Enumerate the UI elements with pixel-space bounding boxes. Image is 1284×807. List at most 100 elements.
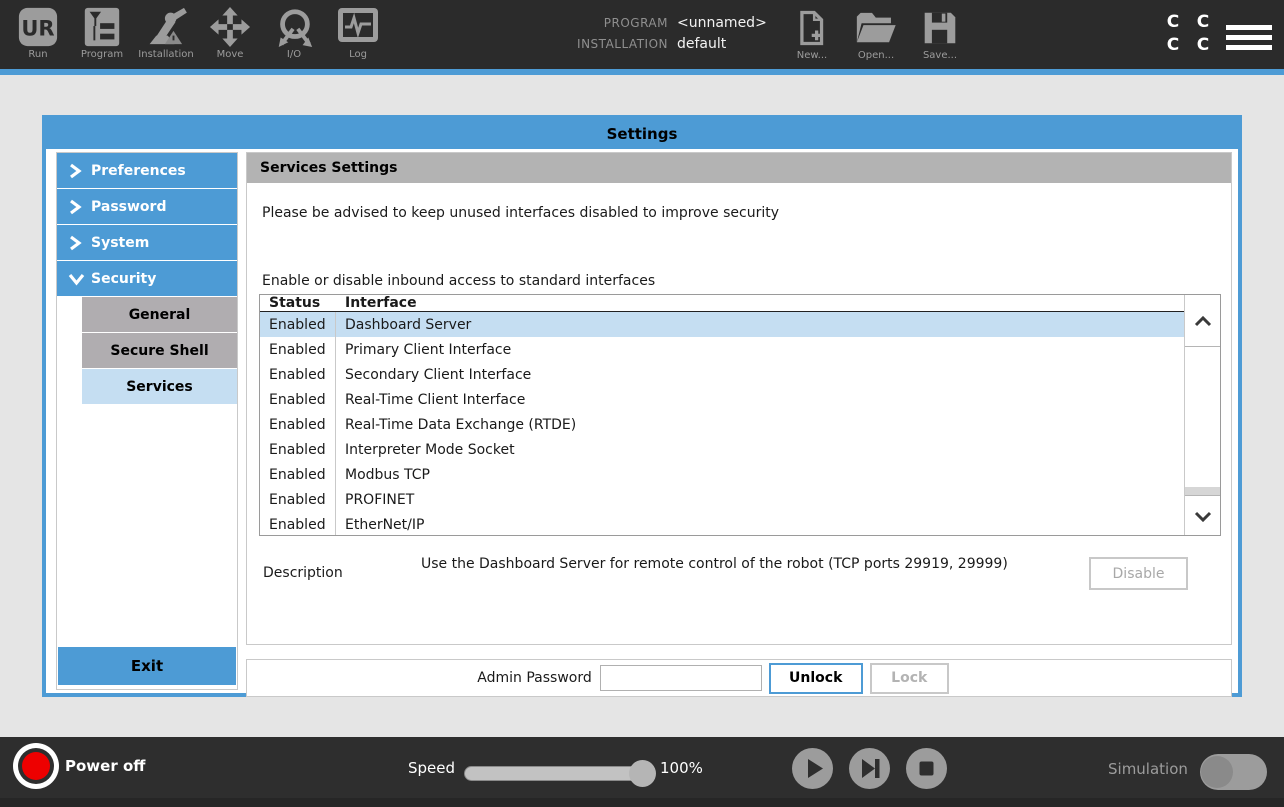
play-button[interactable] [792,748,833,789]
column-header-interface: Interface [336,295,417,311]
simulation-label: Simulation [1108,760,1188,778]
sidebar-subitem-secure-shell[interactable]: Secure Shell [82,333,237,368]
interface-name: PROFINET [336,492,414,508]
save-button[interactable]: Save... [908,10,972,66]
services-settings-panel: Services Settings Please be advised to k… [246,152,1232,645]
tab-installation[interactable]: Installation [134,3,198,67]
interface-table-main: Status Interface EnabledDashboard Server… [260,295,1184,535]
table-row[interactable]: EnabledEtherNet/IP [260,512,1184,535]
speed-slider[interactable] [464,766,654,781]
table-row[interactable]: EnabledDashboard Server [260,312,1184,337]
svg-text:UR: UR [21,17,54,41]
table-row[interactable]: EnabledReal-Time Client Interface [260,387,1184,412]
panel-header: Services Settings [247,153,1231,183]
chevron-down-icon [1193,510,1213,522]
chevron-right-icon [68,235,88,251]
interface-status: Enabled [260,312,336,337]
interface-table-body: EnabledDashboard ServerEnabledPrimary Cl… [260,312,1184,535]
tab-io-label: I/O [287,49,301,60]
power-icon [18,748,54,784]
ur-logo-icon: UR [17,6,59,48]
table-row[interactable]: EnabledReal-Time Data Exchange (RTDE) [260,412,1184,437]
table-header-row: Status Interface [260,295,1184,312]
chevron-down-icon [68,272,88,286]
robot-arm-icon [142,6,190,48]
interface-name: Real-Time Data Exchange (RTDE) [336,417,576,433]
speed-slider-knob[interactable] [629,760,656,787]
unlock-button[interactable]: Unlock [769,663,863,694]
save-button-label: Save... [923,50,957,61]
hamburger-menu-icon[interactable] [1226,20,1272,55]
move-arrows-icon [209,6,251,48]
account-letter: C [1197,35,1209,55]
tab-log-label: Log [349,49,367,60]
sidebar-item-password[interactable]: Password [57,189,237,224]
chevron-up-icon [1193,315,1213,327]
top-navigation-bar: UR Run Program [0,0,1284,69]
account-letter: C [1167,35,1179,55]
scrollbar-track[interactable] [1185,347,1220,495]
open-folder-icon [854,10,898,46]
sidebar-subitem-general[interactable]: General [82,297,237,332]
play-icon [792,748,833,789]
table-row[interactable]: EnabledPROFINET [260,487,1184,512]
sidebar-subitem-services[interactable]: Services [82,369,237,404]
admin-password-label: Admin Password [477,670,591,686]
tab-log[interactable]: Log [326,3,390,67]
description-label: Description [263,565,343,581]
interface-status: Enabled [260,387,336,412]
tab-io[interactable]: I/O [262,3,326,67]
file-actions: New... Open... Save... [780,10,972,66]
simulation-toggle[interactable] [1200,754,1267,790]
program-info: PROGRAM <unnamed> INSTALLATION default [560,15,767,57]
admin-password-input[interactable] [600,665,762,691]
interface-name: Dashboard Server [336,317,471,333]
log-monitor-icon [336,6,380,48]
table-row[interactable]: EnabledInterpreter Mode Socket [260,437,1184,462]
table-row[interactable]: EnabledSecondary Client Interface [260,362,1184,387]
sidebar-item-security[interactable]: Security [57,261,237,296]
settings-sidebar: Preferences Password System Security Gen… [56,152,238,690]
stop-button[interactable] [906,748,947,789]
main-tabs: UR Run Program [6,3,390,67]
chevron-right-icon [68,199,88,215]
table-row[interactable]: EnabledModbus TCP [260,462,1184,487]
tab-move-label: Move [217,49,244,60]
new-file-icon [797,10,826,46]
tab-run-label: Run [28,49,47,60]
new-button[interactable]: New... [780,10,844,66]
io-icon [273,6,315,48]
lock-button[interactable]: Lock [870,663,949,694]
step-button[interactable] [849,748,890,789]
admin-password-panel: Admin Password Unlock Lock [246,659,1232,697]
sidebar-item-system[interactable]: System [57,225,237,260]
power-button[interactable] [13,743,59,789]
interface-status: Enabled [260,337,336,362]
open-button[interactable]: Open... [844,10,908,66]
tab-program[interactable]: Program [70,3,134,67]
interface-name: Primary Client Interface [336,342,511,358]
tab-installation-label: Installation [138,49,193,60]
interface-name: Real-Time Client Interface [336,392,525,408]
skip-next-icon [849,748,890,789]
interface-name: Interpreter Mode Socket [336,442,515,458]
interface-name: EtherNet/IP [336,517,424,533]
table-scrollbar [1184,295,1220,535]
interface-list-caption: Enable or disable inbound access to stan… [262,273,655,289]
power-status-label: Power off [65,757,145,775]
exit-button[interactable]: Exit [58,647,236,685]
scrollbar-thumb[interactable] [1185,487,1220,495]
program-name: <unnamed> [677,15,767,31]
scroll-down-button[interactable] [1185,495,1220,535]
scroll-up-button[interactable] [1185,295,1220,347]
speed-value: 100% [660,759,703,777]
tab-move[interactable]: Move [198,3,262,67]
tab-run[interactable]: UR Run [6,3,70,67]
sidebar-item-preferences[interactable]: Preferences [57,153,237,188]
disable-button[interactable]: Disable [1089,557,1188,590]
account-letter: C [1167,12,1179,32]
settings-dialog: Settings Preferences Password System Sec… [42,115,1242,697]
interface-name: Secondary Client Interface [336,367,531,383]
table-row[interactable]: EnabledPrimary Client Interface [260,337,1184,362]
bottom-status-bar: Power off Speed 100% Simulation [0,737,1284,807]
